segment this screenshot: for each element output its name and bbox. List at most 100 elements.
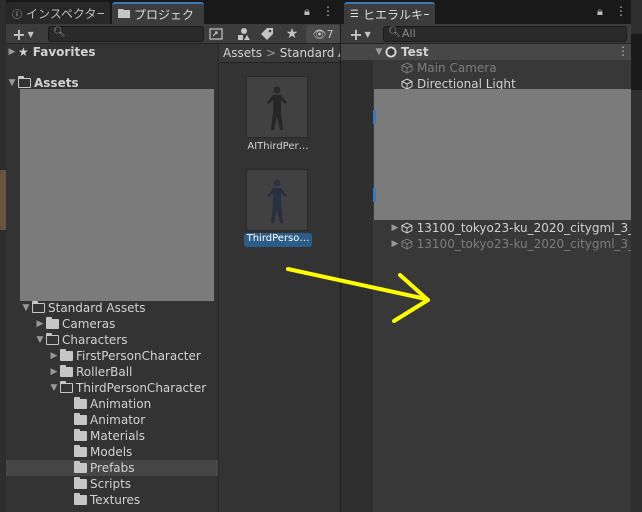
folder-icon: [60, 349, 73, 361]
favorite-star-icon[interactable]: ★: [283, 25, 301, 43]
folder-tree-item-label: Textures: [90, 493, 141, 507]
search-by-type-icon[interactable]: [207, 25, 225, 43]
expand-arrow-icon[interactable]: ▼: [373, 47, 385, 57]
folder-tree-item[interactable]: Textures: [6, 492, 218, 508]
folder-tree-item[interactable]: Materials: [6, 428, 218, 444]
lock-icon[interactable]: 🔒︎: [597, 5, 603, 19]
hidden-package-count: 7: [326, 27, 334, 41]
asset-thumbnail-aithirdperson[interactable]: [246, 76, 308, 138]
redacted-area: [20, 89, 214, 301]
left-edge-strip: [0, 0, 6, 512]
scene-menu-icon[interactable]: ⋮: [617, 44, 629, 58]
kebab-menu-icon[interactable]: ⋮: [322, 4, 334, 18]
folder-icon: [74, 429, 87, 441]
breadcrumb-path: Assets > Standard A: [223, 46, 340, 60]
folder-tree-item[interactable]: ▼ ThirdPersonCharacter: [6, 380, 218, 396]
expand-arrow-icon[interactable]: ▶: [48, 367, 60, 377]
folder-tree-item[interactable]: Animator: [6, 412, 218, 428]
list-icon: ☰: [350, 8, 359, 20]
folder-tree-item-label: Cameras: [62, 317, 116, 331]
folder-tree-item[interactable]: Scripts: [6, 476, 218, 492]
expand-arrow-icon[interactable]: ▶: [389, 223, 401, 233]
folder-tree-item[interactable]: ▼ Characters: [6, 332, 218, 348]
asset-label[interactable]: AIThirdPer…: [246, 141, 310, 152]
gameobject-cube-icon: [401, 222, 413, 234]
expand-arrow-icon[interactable]: ▼: [20, 303, 32, 313]
item-label: 13100_tokyo23-ku_2020_citygml_3_: [416, 221, 631, 235]
annotation-arrow-icon: [286, 267, 430, 323]
folder-icon: [74, 397, 87, 409]
folder-tree-item[interactable]: ▶ FirstPersonCharacter: [6, 348, 218, 364]
folder-tree-item[interactable]: Models: [6, 444, 218, 460]
expand-arrow-icon[interactable]: ▼: [6, 78, 18, 88]
folder-tree-item-label: Models: [90, 445, 133, 459]
dropdown-arrow-icon: ▼: [27, 29, 34, 39]
search-icon: 🔍︎: [388, 27, 401, 38]
asset-label-selected[interactable]: ThirdPerso…: [244, 233, 312, 247]
folder-icon: [74, 445, 87, 457]
prefab-indicator: [373, 188, 376, 202]
folder-tree-item[interactable]: ▶ Cameras: [6, 316, 218, 332]
expand-arrow-icon[interactable]: ▶: [6, 47, 18, 57]
expand-arrow-icon[interactable]: ▶: [389, 239, 401, 249]
character-model-icon: [267, 179, 287, 223]
folder-tree-item[interactable]: Prefabs: [6, 460, 218, 476]
folder-open-icon: [59, 381, 73, 393]
tab-label: ヒエラルキー: [362, 7, 429, 22]
breadcrumb-separator-icon: >: [265, 46, 280, 60]
left-edge-strip-accent: [0, 170, 6, 230]
item-label: Main Camera: [417, 61, 497, 75]
hierarchy-item-main-camera[interactable]: Main Camera: [401, 60, 497, 76]
folder-icon: [74, 413, 87, 425]
breadcrumb-item-standard-assets[interactable]: Standard A: [280, 46, 340, 60]
folder-tree-item-label: Standard Assets: [48, 301, 146, 315]
expand-arrow-icon[interactable]: ▶: [34, 319, 46, 329]
tab-hierarchy[interactable]: ☰ ヒエラルキー: [344, 2, 435, 24]
folder-tree-item[interactable]: ▼ Standard Assets: [6, 300, 218, 316]
folder-tree-item-label: Animation: [90, 397, 152, 411]
folder-icon: [74, 477, 87, 489]
create-button[interactable]: + ▼: [345, 25, 375, 44]
favorites-row[interactable]: ▶ ★ Favorites: [6, 44, 96, 60]
search-icon: 🔍︎: [53, 27, 66, 38]
hierarchy-item-citygml-1[interactable]: ▶ 13100_tokyo23-ku_2020_citygml_3_: [389, 220, 631, 236]
redacted-area: [374, 89, 631, 220]
tab-project[interactable]: プロジェクト: [112, 2, 204, 24]
scene-view-edge-dark: [631, 34, 642, 90]
hidden-packages-toggle[interactable]: 👁︎ 7: [306, 25, 340, 43]
tab-inspector[interactable]: ⓘ インスペクター: [6, 2, 110, 24]
folder-tree-item-label: RollerBall: [76, 365, 133, 379]
eye-slash-icon: 👁︎: [312, 27, 327, 41]
folder-tree-item-label: ThirdPersonCharacter: [76, 381, 207, 395]
project-search-input[interactable]: 🔍︎: [48, 26, 204, 42]
folder-icon: [60, 365, 73, 377]
tab-label: インスペクター: [26, 6, 104, 21]
folder-open-icon: [31, 301, 45, 313]
folder-tree-item-label: FirstPersonCharacter: [76, 349, 201, 363]
kebab-menu-icon[interactable]: ⋮: [615, 4, 627, 18]
scene-row[interactable]: ▼ Test: [373, 44, 429, 60]
folder-open-icon: [45, 333, 59, 345]
hierarchy-item-citygml-2[interactable]: ▶ 13100_tokyo23-ku_2020_citygml_3_: [389, 236, 631, 252]
folder-icon: [46, 317, 59, 329]
assets-label: Assets: [34, 76, 79, 90]
breadcrumb-item-assets[interactable]: Assets: [223, 46, 262, 60]
expand-arrow-icon[interactable]: ▼: [48, 383, 60, 393]
folder-tree-item-label: Materials: [90, 429, 146, 443]
folder-tree-item-label: Prefabs: [90, 461, 135, 475]
folder-tree-item[interactable]: ▶ RollerBall: [6, 364, 218, 380]
search-placeholder: All: [402, 27, 416, 40]
lock-icon[interactable]: 🔒︎: [304, 5, 310, 19]
prefab-indicator: [373, 110, 376, 124]
filter-type-icon[interactable]: [235, 25, 253, 43]
folder-tree-item[interactable]: Animation: [6, 396, 218, 412]
asset-thumbnail-thirdperson[interactable]: [246, 169, 308, 231]
hierarchy-search-input[interactable]: 🔍︎ All: [383, 26, 627, 42]
info-icon: ⓘ: [12, 9, 22, 21]
expand-arrow-icon[interactable]: ▶: [48, 351, 60, 361]
gameobject-cube-icon: [401, 238, 413, 250]
folder-icon: [74, 493, 87, 505]
create-button[interactable]: + ▼: [8, 25, 38, 44]
label-tag-icon[interactable]: [258, 25, 276, 43]
expand-arrow-icon[interactable]: ▼: [34, 335, 46, 345]
